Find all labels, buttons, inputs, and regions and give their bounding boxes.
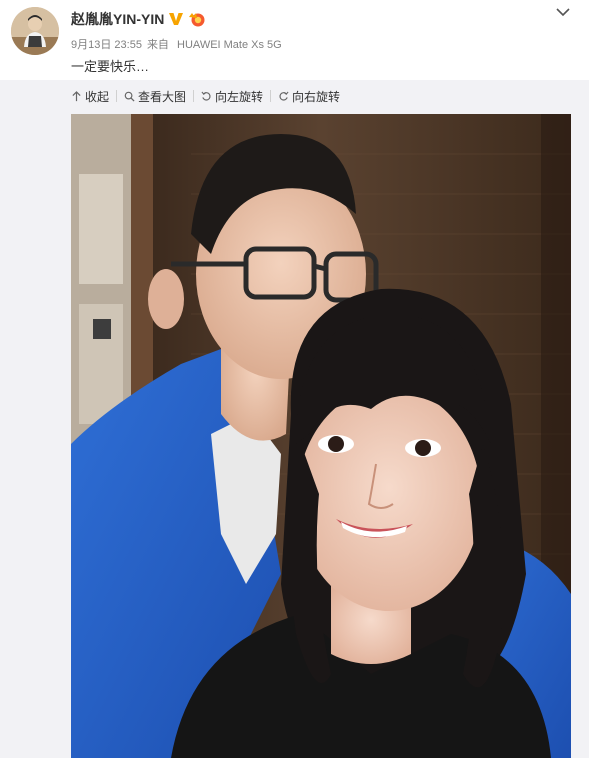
avatar-image [11, 7, 59, 55]
post-timestamp[interactable]: 9月13日 23:55 [71, 39, 142, 51]
toolbar-divider [116, 90, 118, 102]
weibo-post: 赵胤胤YIN-YIN 9月13日 23:55 来自 HUAWEI Mate Xs … [0, 0, 589, 758]
collapse-label: 收起 [85, 89, 110, 104]
arrow-up-icon [72, 90, 81, 101]
chevron-down-icon[interactable] [555, 4, 571, 20]
view-large-label: 查看大图 [138, 89, 187, 104]
toolbar-divider [270, 90, 272, 102]
rotate-right-icon [279, 91, 289, 101]
selfie-photo-image [71, 114, 571, 758]
verified-v-icon[interactable] [168, 11, 184, 27]
magnifier-icon [124, 91, 135, 102]
username-row: 赵胤胤YIN-YIN [71, 9, 206, 29]
toolbar-divider [193, 90, 195, 102]
collapse-button[interactable]: 收起 [71, 88, 109, 105]
post-source[interactable]: HUAWEI Mate Xs 5G [177, 39, 282, 51]
media-toolbar: 收起 查看大图 向左旋转 向右旋转 [71, 86, 340, 106]
view-large-button[interactable]: 查看大图 [124, 88, 186, 105]
rotate-right-label: 向右旋转 [292, 89, 341, 104]
post-meta: 9月13日 23:55 来自 HUAWEI Mate Xs 5G [71, 36, 282, 52]
post-photo[interactable] [71, 114, 571, 758]
rotate-right-button[interactable]: 向右旋转 [278, 88, 340, 105]
member-crown-icon[interactable] [188, 11, 206, 27]
rotate-left-button[interactable]: 向左旋转 [201, 88, 263, 105]
source-prefix: 来自 [146, 39, 169, 51]
rotate-left-icon [201, 91, 211, 101]
avatar[interactable] [11, 7, 59, 55]
username-link[interactable]: 赵胤胤YIN-YIN [71, 9, 164, 29]
rotate-left-label: 向左旋转 [215, 89, 264, 104]
post-text: 一定要快乐… [71, 59, 150, 74]
